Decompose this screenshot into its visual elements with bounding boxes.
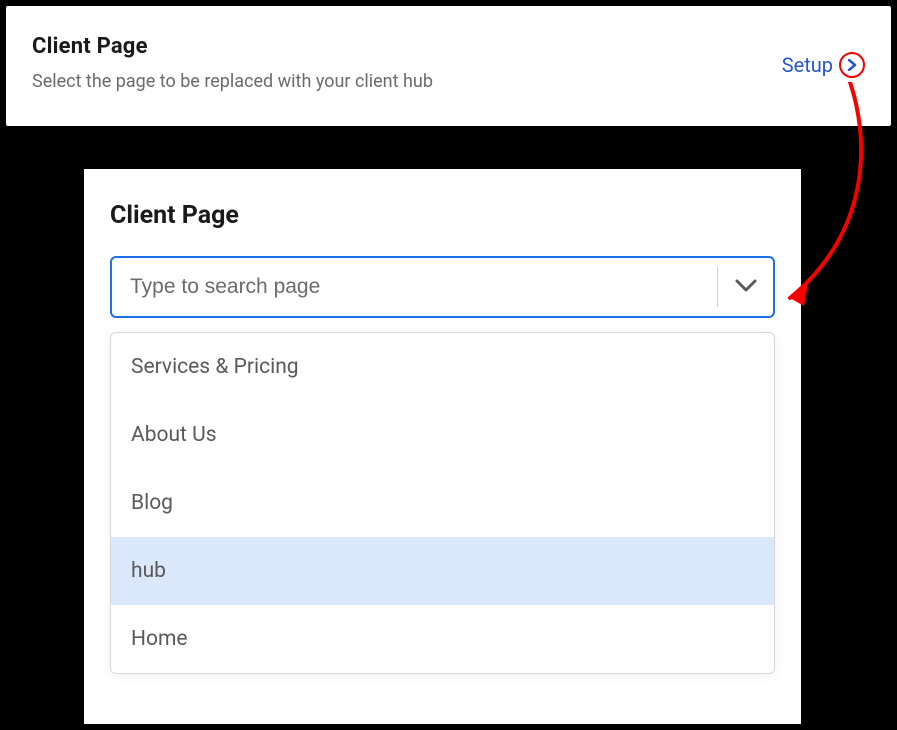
dropdown-option[interactable]: Services & Pricing xyxy=(111,333,774,401)
modal-title: Client Page xyxy=(110,201,775,230)
banner-subtitle: Select the page to be replaced with your… xyxy=(32,71,782,92)
chevron-down-icon xyxy=(735,278,757,297)
dropdown-option[interactable]: hub xyxy=(111,537,774,605)
dropdown-toggle[interactable] xyxy=(717,267,773,307)
setup-link-label: Setup xyxy=(782,53,833,77)
chevron-right-icon xyxy=(847,59,857,71)
client-page-banner: Client Page Select the page to be replac… xyxy=(6,6,891,126)
page-options-dropdown: Services & Pricing About Us Blog hub Hom… xyxy=(110,332,775,674)
option-label: hub xyxy=(131,559,166,583)
setup-link-wrap[interactable]: Setup xyxy=(782,52,865,78)
option-label: Home xyxy=(131,627,188,651)
page-search-input[interactable] xyxy=(130,275,717,299)
option-label: Blog xyxy=(131,491,173,515)
dropdown-option[interactable]: About Us xyxy=(111,401,774,469)
setup-chevron-circle[interactable] xyxy=(839,52,865,78)
client-page-modal: Client Page Services & Pricing About Us … xyxy=(84,169,801,724)
banner-text: Client Page Select the page to be replac… xyxy=(32,34,782,92)
banner-title: Client Page xyxy=(32,34,782,59)
option-label: About Us xyxy=(131,423,217,447)
dropdown-option[interactable]: Home xyxy=(111,605,774,673)
page-search-combobox[interactable] xyxy=(110,256,775,318)
option-label: Services & Pricing xyxy=(131,355,299,379)
dropdown-option[interactable]: Blog xyxy=(111,469,774,537)
